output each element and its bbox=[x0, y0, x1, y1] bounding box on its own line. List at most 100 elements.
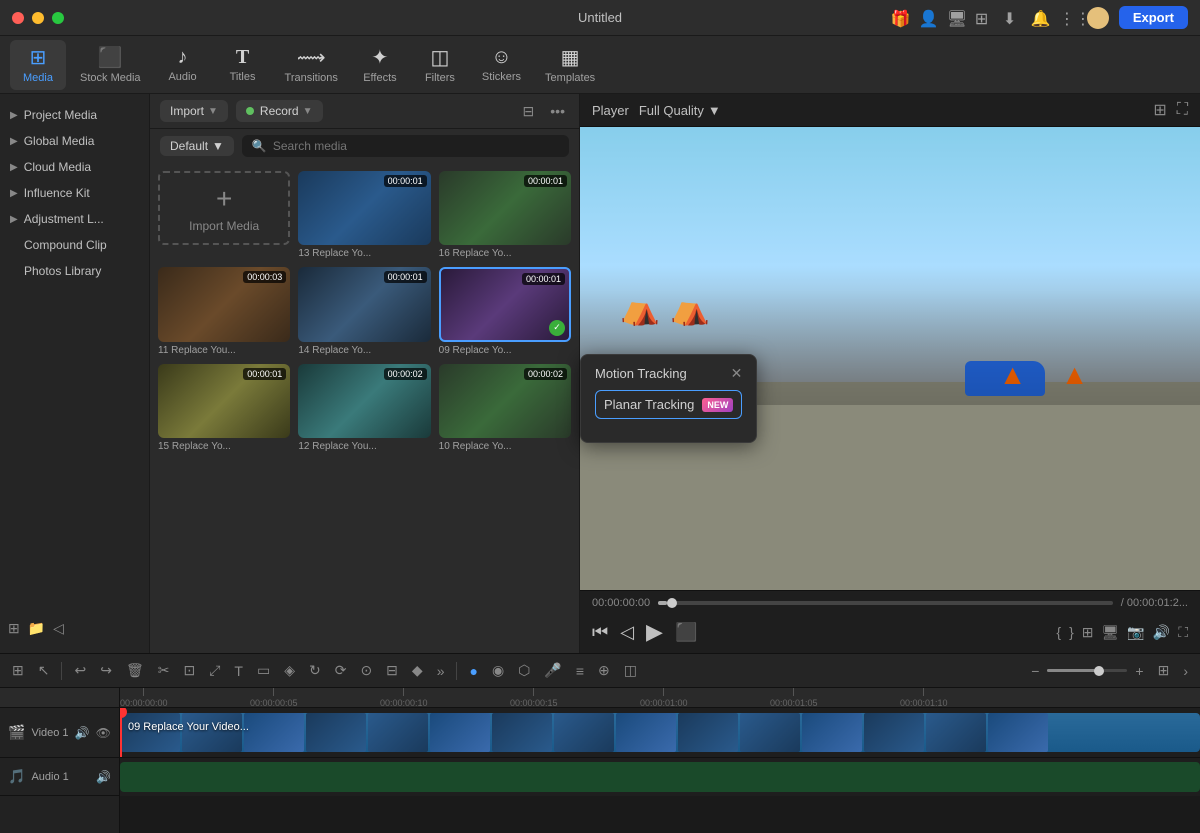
layout-icon[interactable]: ⊞ bbox=[1082, 624, 1094, 641]
close-button[interactable] bbox=[12, 12, 24, 24]
toolbar-item-filters[interactable]: ◫ Filters bbox=[412, 40, 468, 90]
sidebar-item-influence-kit[interactable]: ▶ Influence Kit bbox=[0, 180, 149, 206]
playhead[interactable] bbox=[120, 708, 122, 757]
preview-timeline-bar[interactable] bbox=[658, 601, 1113, 605]
display-icon[interactable]: 🖥 bbox=[947, 9, 965, 27]
track-mute-icon[interactable]: 🔊 bbox=[75, 726, 90, 740]
bracket-right-icon[interactable]: } bbox=[1069, 624, 1074, 641]
toolbar-item-audio[interactable]: ♪ Audio bbox=[155, 40, 211, 90]
download-icon[interactable]: ⬇ bbox=[1003, 9, 1021, 27]
video-thumb[interactable]: 00:00:03 bbox=[158, 267, 290, 341]
zoom-in-icon[interactable]: + bbox=[1131, 661, 1147, 681]
minimize-button[interactable] bbox=[32, 12, 44, 24]
sidebar-item-compound-clip[interactable]: Compound Clip bbox=[0, 232, 149, 258]
undo-icon[interactable]: ↩ bbox=[70, 660, 90, 681]
avatar[interactable] bbox=[1087, 7, 1109, 29]
camera-icon[interactable]: 📷 bbox=[1127, 624, 1144, 641]
text-icon[interactable]: T bbox=[230, 661, 247, 681]
keyframe-icon[interactable]: ◆ bbox=[408, 660, 427, 681]
audio-btn-icon[interactable]: ● bbox=[465, 661, 481, 681]
list-item[interactable]: 00:00:01 ✓ 09 Replace Yo... bbox=[439, 267, 571, 355]
skip-back-button[interactable]: ⏮ bbox=[592, 622, 608, 643]
zoom-slider[interactable]: − + bbox=[1027, 661, 1147, 681]
grid-icon[interactable]: ⊞ bbox=[975, 9, 993, 27]
apps-icon[interactable]: ⋮⋮ bbox=[1059, 9, 1077, 27]
select-tool-icon[interactable]: ↖ bbox=[34, 660, 54, 681]
sidebar-bottom-icon2[interactable]: 📁 bbox=[28, 620, 45, 637]
grid-layout-icon[interactable]: ⊞ bbox=[1154, 660, 1174, 681]
play-button[interactable]: ▶ bbox=[646, 619, 663, 645]
sidebar-item-cloud-media[interactable]: ▶ Cloud Media bbox=[0, 154, 149, 180]
zoom-out-icon[interactable]: − bbox=[1027, 661, 1043, 681]
loop-icon[interactable]: ⟳ bbox=[331, 660, 351, 681]
export-button[interactable]: Export bbox=[1119, 6, 1188, 29]
video-btn-icon[interactable]: ◉ bbox=[488, 660, 508, 681]
search-input[interactable] bbox=[273, 139, 559, 153]
audio-clip[interactable] bbox=[120, 762, 1200, 792]
record-button[interactable]: Record ▼ bbox=[236, 100, 323, 122]
list-item[interactable]: 00:00:01 15 Replace Yo... bbox=[158, 364, 290, 452]
import-media-thumb[interactable]: + Import Media bbox=[158, 171, 290, 245]
list-icon[interactable]: ≡ bbox=[572, 661, 588, 681]
toolbar-item-effects[interactable]: ✦ Effects bbox=[352, 40, 408, 90]
mic-icon[interactable]: 🎤 bbox=[540, 660, 565, 681]
import-button[interactable]: Import ▼ bbox=[160, 100, 228, 122]
track-eye-icon[interactable]: 👁 bbox=[96, 726, 111, 740]
person-icon[interactable]: 👤 bbox=[919, 9, 937, 27]
eye-icon[interactable]: ◫ bbox=[620, 660, 641, 681]
list-item[interactable]: 00:00:01 16 Replace Yo... bbox=[439, 171, 571, 259]
video-thumb[interactable]: 00:00:01 bbox=[439, 171, 571, 245]
shield-icon[interactable]: ⬡ bbox=[514, 660, 534, 681]
bell-icon[interactable]: 🔔 bbox=[1031, 9, 1049, 27]
toolbar-item-media[interactable]: ⊞ Media bbox=[10, 40, 66, 90]
toolbar-item-titles[interactable]: T Titles bbox=[215, 40, 271, 90]
overlay-icon[interactable]: ⊕ bbox=[594, 660, 614, 681]
list-item[interactable]: + Import Media bbox=[158, 171, 290, 259]
maximize-button[interactable] bbox=[52, 12, 64, 24]
monitor-icon[interactable]: 🖥 bbox=[1102, 624, 1120, 641]
video-clip[interactable]: 09 Replace Your Video... bbox=[120, 713, 1200, 752]
bracket-left-icon[interactable]: { bbox=[1056, 624, 1061, 641]
rect-icon[interactable]: ▭ bbox=[253, 660, 274, 681]
fullscreen-icon[interactable]: ⛶ bbox=[1178, 624, 1188, 641]
cut-icon[interactable]: ✂ bbox=[154, 660, 174, 681]
more-icon[interactable]: ••• bbox=[546, 103, 569, 119]
toolbar-item-transitions[interactable]: ⟿ Transitions bbox=[275, 40, 348, 90]
effect-icon[interactable]: ◈ bbox=[280, 660, 299, 681]
toolbar-item-stock-media[interactable]: ⬛ Stock Media bbox=[70, 40, 151, 90]
delete-icon[interactable]: 🗑 bbox=[122, 660, 148, 681]
stop-button[interactable]: ⬛ bbox=[675, 622, 697, 643]
grid-view-icon[interactable]: ⊞ bbox=[1153, 100, 1166, 120]
zoom-handle[interactable] bbox=[1094, 666, 1104, 676]
default-sort-button[interactable]: Default ▼ bbox=[160, 136, 234, 156]
video-thumb[interactable]: 00:00:01 bbox=[298, 267, 430, 341]
step-back-button[interactable]: ◁ bbox=[620, 622, 634, 643]
list-item[interactable]: 00:00:02 10 Replace Yo... bbox=[439, 364, 571, 452]
list-item[interactable]: 00:00:03 11 Replace You... bbox=[158, 267, 290, 355]
sidebar-item-global-media[interactable]: ▶ Global Media bbox=[0, 128, 149, 154]
video-thumb[interactable]: 00:00:02 bbox=[439, 364, 571, 438]
toolbar-item-stickers[interactable]: ☺ Stickers bbox=[472, 40, 531, 90]
list-item[interactable]: 00:00:02 12 Replace You... bbox=[298, 364, 430, 452]
more-icon[interactable]: › bbox=[1179, 661, 1192, 681]
quality-dropdown[interactable]: Full Quality ▼ bbox=[639, 103, 721, 118]
gift-icon[interactable]: 🎁 bbox=[891, 9, 909, 27]
popup-close-button[interactable]: ✕ bbox=[731, 365, 743, 382]
redo-icon[interactable]: ↪ bbox=[96, 660, 116, 681]
trim-icon[interactable]: ⊡ bbox=[179, 660, 199, 681]
more-tools-icon[interactable]: » bbox=[433, 661, 449, 681]
video-thumb[interactable]: 00:00:01 bbox=[158, 364, 290, 438]
sidebar-item-photos-library[interactable]: Photos Library bbox=[0, 258, 149, 284]
toolbar-item-templates[interactable]: ▦ Templates bbox=[535, 40, 605, 90]
sidebar-bottom-icon1[interactable]: ⊞ bbox=[8, 620, 20, 637]
video-thumb[interactable]: 00:00:01 bbox=[298, 171, 430, 245]
snap-tool-icon[interactable]: ⊞ bbox=[8, 660, 28, 681]
video-thumb[interactable]: 00:00:02 bbox=[298, 364, 430, 438]
planar-tracking-item[interactable]: Planar Tracking NEW bbox=[595, 390, 742, 419]
collapse-sidebar-icon[interactable]: ◁ bbox=[53, 620, 64, 637]
motion-icon[interactable]: ⊙ bbox=[356, 660, 376, 681]
crop-icon[interactable]: ⛶ bbox=[1177, 101, 1188, 119]
sidebar-item-adjustment-l[interactable]: ▶ Adjustment L... bbox=[0, 206, 149, 232]
list-item[interactable]: 00:00:01 13 Replace Yo... bbox=[298, 171, 430, 259]
track-audio-mute-icon[interactable]: 🔊 bbox=[96, 770, 111, 784]
